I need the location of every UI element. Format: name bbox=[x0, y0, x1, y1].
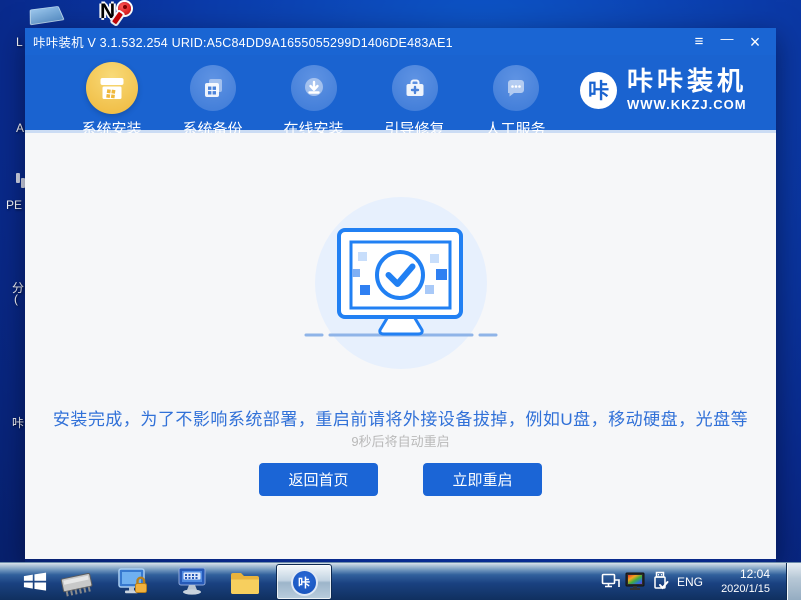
tray-usb-icon[interactable] bbox=[649, 565, 671, 599]
desktop-label-partial-5[interactable]: ( bbox=[14, 292, 18, 306]
kaka-installer-window: 咔咔装机 V 3.1.532.254 URID:A5C84DD9A1655055… bbox=[25, 28, 776, 562]
start-button[interactable] bbox=[16, 565, 54, 599]
main-content: 安装完成，为了不影响系统部署，重启前请将外接设备拔掉，例如U盘，移动硬盘，光盘等… bbox=[25, 133, 776, 559]
taskbar-item-screen-lock-tool[interactable] bbox=[112, 565, 154, 599]
backup-copies-icon bbox=[190, 65, 236, 111]
close-icon[interactable]: × bbox=[744, 32, 766, 52]
nav-bar: 系统安装 系统备份 bbox=[25, 55, 776, 133]
monitor-check-illustration bbox=[296, 225, 506, 345]
red-key-hole bbox=[123, 5, 127, 9]
install-box-icon bbox=[86, 62, 138, 114]
brand-logo: 咔 咔咔装机 WWW.KKZJ.COM bbox=[580, 68, 747, 112]
restart-now-button[interactable]: 立即重启 bbox=[423, 463, 542, 496]
download-circle-icon bbox=[291, 65, 337, 111]
logo-name: 咔咔装机 bbox=[627, 68, 747, 95]
tray-display-icon[interactable] bbox=[623, 565, 649, 599]
menu-icon[interactable]: ≡ bbox=[688, 32, 710, 52]
logo-text: 咔咔装机 WWW.KKZJ.COM bbox=[627, 68, 747, 112]
nav-items: 系统安装 系统备份 bbox=[61, 62, 566, 139]
nav-item-system-backup[interactable]: 系统备份 bbox=[162, 62, 263, 139]
clock-time: 12:04 bbox=[712, 567, 770, 581]
desktop-label-partial-1[interactable]: L bbox=[16, 35, 23, 49]
desktop-icon-fragment bbox=[16, 173, 20, 183]
network-icon bbox=[601, 573, 621, 591]
usb-eject-icon bbox=[651, 571, 669, 593]
color-display-icon bbox=[625, 572, 647, 592]
window-title: 咔咔装机 V 3.1.532.254 URID:A5C84DD9A1655055… bbox=[25, 32, 688, 51]
repair-toolbox-icon bbox=[392, 65, 438, 111]
nav-item-human-service[interactable]: 人工服务 bbox=[465, 62, 566, 139]
desktop-label-partial-6[interactable]: 咔 bbox=[12, 414, 24, 431]
logo-badge-icon: 咔 bbox=[580, 72, 617, 109]
logo-url: WWW.KKZJ.COM bbox=[627, 97, 747, 112]
nav-item-system-install[interactable]: 系统安装 bbox=[61, 62, 162, 139]
window-controls: ≡ — × bbox=[688, 32, 776, 52]
taskbar: 咔 bbox=[0, 562, 801, 600]
chat-bubble-icon bbox=[493, 65, 539, 111]
taskbar-item-kaka-installer[interactable]: 咔 bbox=[276, 564, 332, 600]
pc-keyboard-icon bbox=[171, 567, 207, 597]
tray-language-indicator[interactable]: ENG bbox=[677, 563, 703, 600]
button-row: 返回首页 立即重启 bbox=[25, 463, 776, 496]
memory-chip-icon bbox=[58, 567, 96, 597]
completion-message: 安装完成，为了不影响系统部署，重启前请将外接设备拔掉，例如U盘，移动硬盘，光盘等 bbox=[25, 405, 776, 430]
clock-date: 2020/1/15 bbox=[712, 583, 770, 595]
taskbar-item-onscreen-keyboard[interactable] bbox=[168, 565, 210, 599]
titlebar[interactable]: 咔咔装机 V 3.1.532.254 URID:A5C84DD9A1655055… bbox=[25, 28, 776, 55]
nav-item-online-install[interactable]: 在线安装 bbox=[263, 62, 364, 139]
taskbar-item-file-explorer[interactable] bbox=[224, 565, 266, 599]
desktop-folder-icon[interactable] bbox=[30, 6, 65, 25]
minimize-icon[interactable]: — bbox=[716, 32, 738, 52]
restart-countdown: 9秒后将自动重启 bbox=[25, 431, 776, 450]
tray-clock[interactable]: 12:04 2020/1/15 bbox=[712, 563, 770, 600]
folder-icon bbox=[228, 567, 262, 597]
desktop-label-partial-3[interactable]: PE bbox=[6, 198, 22, 212]
taskbar-item-chip-tool[interactable] bbox=[56, 565, 98, 599]
desktop-label-partial-2[interactable]: A bbox=[16, 121, 24, 135]
return-home-button[interactable]: 返回首页 bbox=[259, 463, 378, 496]
tray-network-icon[interactable] bbox=[599, 565, 623, 599]
monitor-lock-icon bbox=[116, 567, 150, 597]
windows-logo-icon bbox=[22, 570, 48, 594]
desktop-nkey-icon[interactable]: N bbox=[100, 0, 140, 28]
kaka-app-icon: 咔 bbox=[291, 569, 318, 596]
nav-item-boot-repair[interactable]: 引导修复 bbox=[364, 62, 465, 139]
show-desktop-button[interactable] bbox=[786, 563, 801, 600]
